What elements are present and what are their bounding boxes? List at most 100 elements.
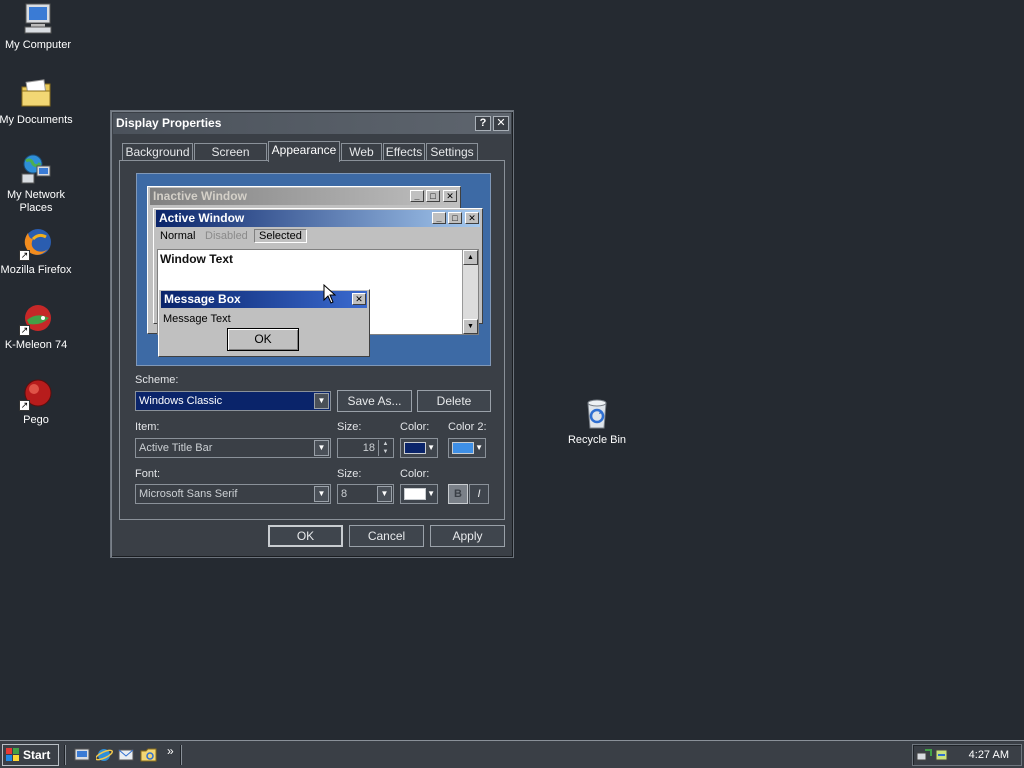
item-color-chip: [404, 442, 426, 454]
shortcut-arrow-icon: ↗: [19, 250, 30, 261]
internet-explorer-icon[interactable]: [96, 746, 113, 763]
close-icon: ✕: [352, 293, 366, 305]
safely-remove-tray-icon[interactable]: [934, 747, 950, 763]
font-label: Font:: [135, 468, 161, 480]
computer-icon: [21, 2, 55, 36]
font-size-select[interactable]: 8 ▼: [337, 484, 394, 504]
desktop-icon-my-computer[interactable]: My Computer: [0, 2, 76, 52]
item-select[interactable]: Active Title Bar ▼: [135, 438, 331, 458]
font-color-picker[interactable]: ▼: [400, 484, 438, 504]
scheme-select[interactable]: Windows Classic ▼: [135, 391, 331, 411]
quick-launch-divider: [64, 745, 66, 765]
item-size-value: 18: [362, 442, 375, 454]
desktop-icon-my-network-places[interactable]: My Network Places: [0, 152, 74, 215]
preview-menu-bar: Normal Disabled Selected: [158, 229, 458, 246]
desktop-icon-recycle-bin[interactable]: Recycle Bin: [559, 397, 635, 447]
appearance-panel: Inactive Window _ □ ✕ Active Window _ □ …: [119, 160, 505, 520]
maximize-icon: □: [448, 212, 462, 224]
maximize-icon: □: [426, 190, 440, 202]
desktop-icon-k-meleon[interactable]: ↗ K-Meleon 74: [0, 302, 74, 352]
firefox-icon: ↗: [19, 227, 53, 261]
desktop-icon-pego[interactable]: ↗ Pego: [0, 377, 74, 427]
preview-menu-selected: Selected: [254, 229, 307, 243]
minimize-icon: _: [410, 190, 424, 202]
desktop-icon-mozilla-firefox[interactable]: ↗ Mozilla Firefox: [0, 227, 74, 277]
tab-background[interactable]: Background: [122, 143, 193, 161]
clock[interactable]: 4:27 AM: [969, 745, 1009, 765]
shortcut-arrow-icon: ↗: [19, 400, 30, 411]
chevron-down-icon: ▼: [427, 443, 435, 452]
preview-message-box-title: Message Box: [164, 292, 241, 306]
preview-scrollbar: ▲ ▼: [462, 250, 478, 334]
preview-active-title: Active Window: [159, 211, 245, 225]
apply-button[interactable]: Apply: [430, 525, 505, 547]
preview-inactive-title-bar: Inactive Window _ □ ✕: [150, 188, 458, 205]
preview-menu-disabled: Disabled: [205, 230, 248, 242]
ok-button[interactable]: OK: [268, 525, 343, 547]
quick-launch-chevron-icon[interactable]: »: [167, 744, 174, 758]
kmeleon-icon: ↗: [19, 302, 53, 336]
item-color2-picker[interactable]: ▼: [448, 438, 486, 458]
item-size-stepper[interactable]: 18 ▲ ▼: [337, 438, 394, 458]
chevron-down-icon: ▼: [314, 393, 329, 409]
tab-strip: Background Screen Saver Appearance Web E…: [119, 141, 505, 175]
windows-explorer-icon[interactable]: [140, 746, 157, 763]
item-color2-label: Color 2:: [448, 421, 487, 433]
window-title-bar[interactable]: Display Properties ? ✕: [113, 113, 511, 134]
windows-logo-icon: [6, 748, 19, 761]
desktop-icon-label: K-Meleon 74: [4, 339, 68, 351]
item-size-label: Size:: [337, 421, 362, 433]
shortcut-arrow-icon: ↗: [19, 325, 30, 336]
tab-appearance[interactable]: Appearance: [268, 141, 340, 162]
preview-window-text: Window Text: [160, 252, 233, 266]
bold-toggle[interactable]: B: [448, 484, 468, 504]
save-as-button[interactable]: Save As...: [337, 390, 412, 412]
pego-icon: ↗: [19, 377, 53, 411]
folder-icon: [19, 77, 53, 111]
scheme-label: Scheme:: [135, 374, 179, 386]
network-tray-icon[interactable]: [916, 747, 932, 763]
item-color-picker[interactable]: ▼: [400, 438, 438, 458]
close-icon: ✕: [465, 212, 479, 224]
font-select[interactable]: Microsoft Sans Serif ▼: [135, 484, 331, 504]
scheme-select-value: Windows Classic: [139, 395, 223, 407]
tab-web[interactable]: Web: [341, 143, 382, 161]
desktop-icon-my-documents[interactable]: My Documents: [0, 77, 74, 127]
preview-message-box: Message Box ✕ Message Text OK: [158, 289, 370, 357]
spinner-arrows-icon: ▲ ▼: [378, 440, 392, 456]
close-icon: ✕: [443, 190, 457, 202]
desktop-icon-label: My Network Places: [6, 189, 66, 214]
cancel-button[interactable]: Cancel: [349, 525, 424, 547]
help-button[interactable]: ?: [475, 116, 491, 131]
window-title: Display Properties: [116, 116, 222, 130]
item-color-label: Color:: [400, 421, 430, 433]
desktop-icon-label: Pego: [23, 414, 49, 426]
preview-inactive-title: Inactive Window: [153, 189, 247, 203]
preview-message-ok-button: OK: [227, 328, 299, 351]
preview-menu-normal: Normal: [160, 230, 196, 242]
bold-icon: B: [454, 488, 462, 500]
show-desktop-icon[interactable]: [74, 746, 91, 763]
close-button[interactable]: ✕: [493, 116, 509, 131]
network-icon: [19, 152, 53, 186]
taskbar: Start » 4:27 AM: [0, 740, 1024, 768]
scroll-down-icon: ▼: [463, 319, 478, 334]
recycle-bin-icon: [580, 397, 614, 431]
appearance-preview[interactable]: Inactive Window _ □ ✕ Active Window _ □ …: [136, 173, 491, 366]
desktop-icon-label: My Documents: [0, 114, 73, 126]
tab-settings[interactable]: Settings: [426, 143, 478, 161]
font-color-label: Color:: [400, 468, 430, 480]
chevron-down-icon: ▼: [377, 486, 392, 502]
delete-button[interactable]: Delete: [417, 390, 491, 412]
chevron-down-icon: ▼: [427, 489, 435, 498]
outlook-express-icon[interactable]: [118, 746, 135, 763]
tab-screen-saver[interactable]: Screen Saver: [194, 143, 267, 175]
tab-effects[interactable]: Effects: [383, 143, 425, 161]
chevron-down-icon: ▼: [475, 443, 483, 452]
italic-toggle[interactable]: I: [469, 484, 489, 504]
start-button[interactable]: Start: [2, 744, 59, 766]
item-select-value: Active Title Bar: [139, 442, 213, 454]
font-color-chip: [404, 488, 426, 500]
desktop-icon-label: My Computer: [4, 39, 72, 51]
display-properties-window: Display Properties ? ✕ Background Screen…: [110, 110, 514, 558]
